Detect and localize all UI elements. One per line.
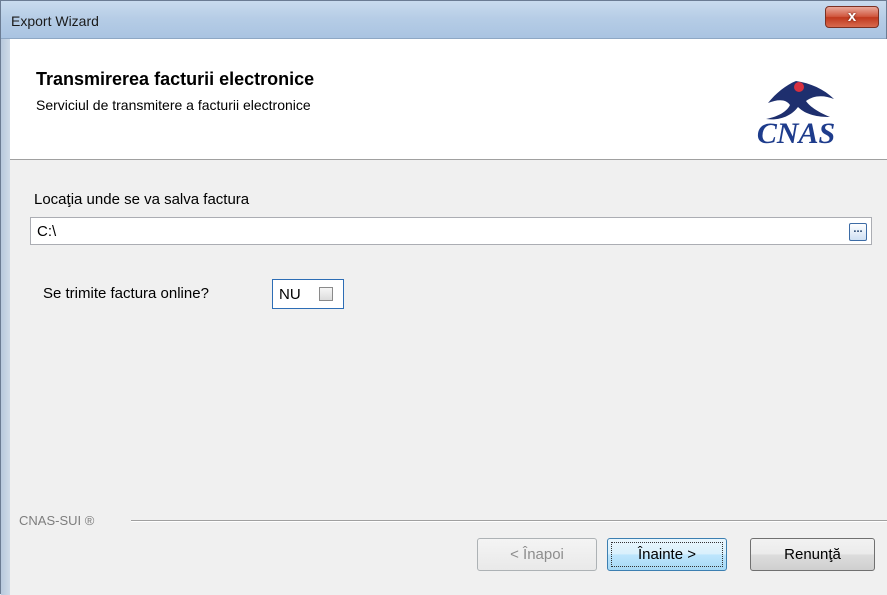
cnas-logo-text: CNAS — [757, 117, 835, 147]
cancel-button[interactable]: Renunţă — [750, 538, 875, 571]
window-frame-left — [1, 39, 10, 595]
page-title: Transmirerea facturii electronice — [36, 69, 315, 89]
send-online-value: NU — [279, 286, 301, 303]
footer-divider — [131, 520, 887, 522]
window-title: Export Wizard — [11, 13, 99, 29]
send-online-label: Se trimite factura online? — [43, 285, 209, 302]
brand-label: CNAS-SUI ® — [19, 513, 95, 528]
location-label: Locaţia unde se va salva factura — [34, 191, 250, 208]
send-online-toggle[interactable]: NU — [272, 279, 344, 309]
cnas-logo: CNAS — [757, 81, 835, 147]
close-button[interactable]: x — [825, 6, 879, 28]
back-button[interactable]: < Înapoi — [477, 538, 597, 571]
close-icon: x — [847, 8, 857, 25]
save-location-input[interactable] — [30, 217, 872, 245]
title-bar[interactable]: Export Wizard x — [1, 1, 886, 39]
wizard-header: Transmirerea facturii electronice Servic… — [10, 39, 887, 159]
cnas-accent-icon — [794, 82, 804, 92]
next-button[interactable]: Înainte > — [607, 538, 727, 571]
export-wizard-window: Export Wizard x Transmirerea facturii el… — [0, 0, 887, 595]
page-subtitle: Serviciul de transmitere a facturii elec… — [36, 97, 311, 113]
ellipsis-icon: ... — [853, 223, 863, 235]
send-online-checkbox[interactable] — [319, 287, 333, 301]
browse-button[interactable]: ... — [849, 223, 867, 241]
